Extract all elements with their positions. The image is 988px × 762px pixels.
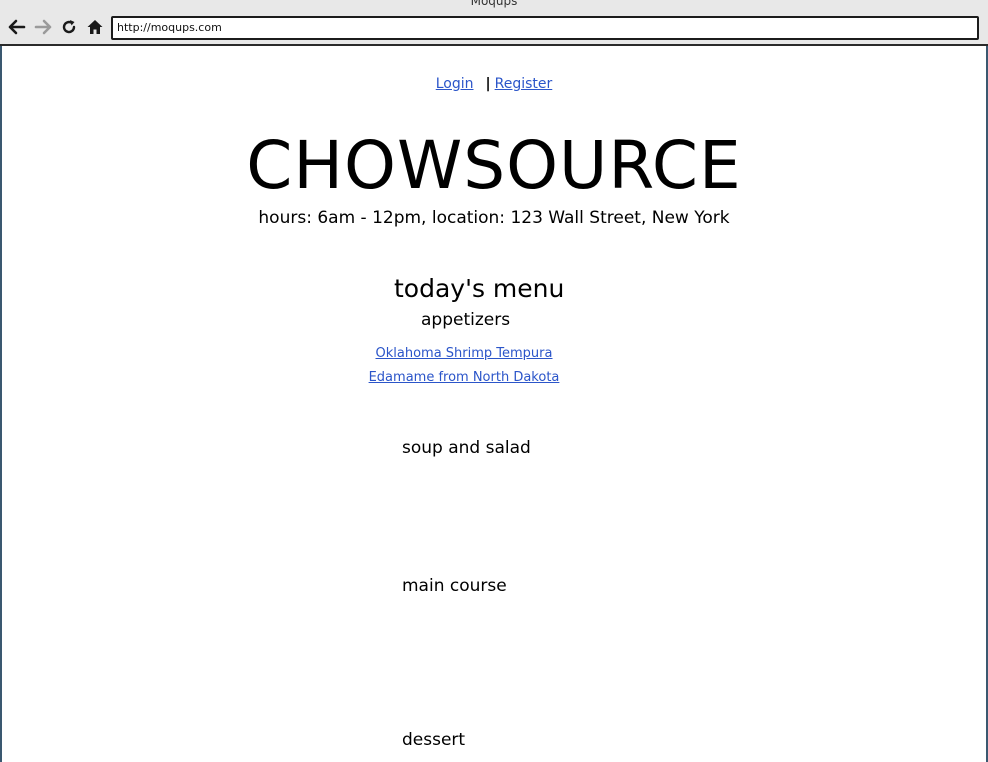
back-button[interactable] — [6, 17, 28, 37]
back-arrow-icon — [8, 19, 26, 35]
menu-title: today's menu — [394, 274, 565, 303]
page-viewport: Login | Register CHOWSOURCE hours: 6am - 1… — [0, 46, 988, 762]
login-link[interactable]: Login — [436, 76, 474, 92]
browser-chrome: Moqups http://moqups.com — [0, 0, 988, 46]
reload-button[interactable] — [58, 17, 80, 37]
section-dessert: dessert — [402, 730, 466, 750]
auth-links: Login | Register — [2, 76, 986, 92]
forward-arrow-icon — [34, 19, 52, 35]
home-button[interactable] — [84, 17, 106, 37]
brand-title: CHOWSOURCE — [246, 127, 742, 204]
section-appetizers: appetizers — [421, 310, 511, 330]
section-main-course: main course — [402, 576, 507, 596]
forward-button[interactable] — [32, 17, 54, 37]
section-soup-and-salad: soup and salad — [402, 438, 531, 458]
appetizer-list: Oklahoma Shrimp Tempura Edamame from Nor… — [2, 342, 926, 390]
menu-item-link[interactable]: Edamame from North Dakota — [369, 370, 560, 385]
menu-item-link[interactable]: Oklahoma Shrimp Tempura — [376, 346, 553, 361]
reload-icon — [62, 20, 76, 34]
auth-separator: | — [485, 76, 491, 92]
home-icon — [87, 20, 103, 34]
hours-location: hours: 6am - 12pm, location: 123 Wall St… — [258, 208, 730, 228]
register-link[interactable]: Register — [495, 76, 553, 92]
address-bar[interactable]: http://moqups.com — [111, 16, 979, 40]
window-title: Moqups — [470, 0, 518, 8]
